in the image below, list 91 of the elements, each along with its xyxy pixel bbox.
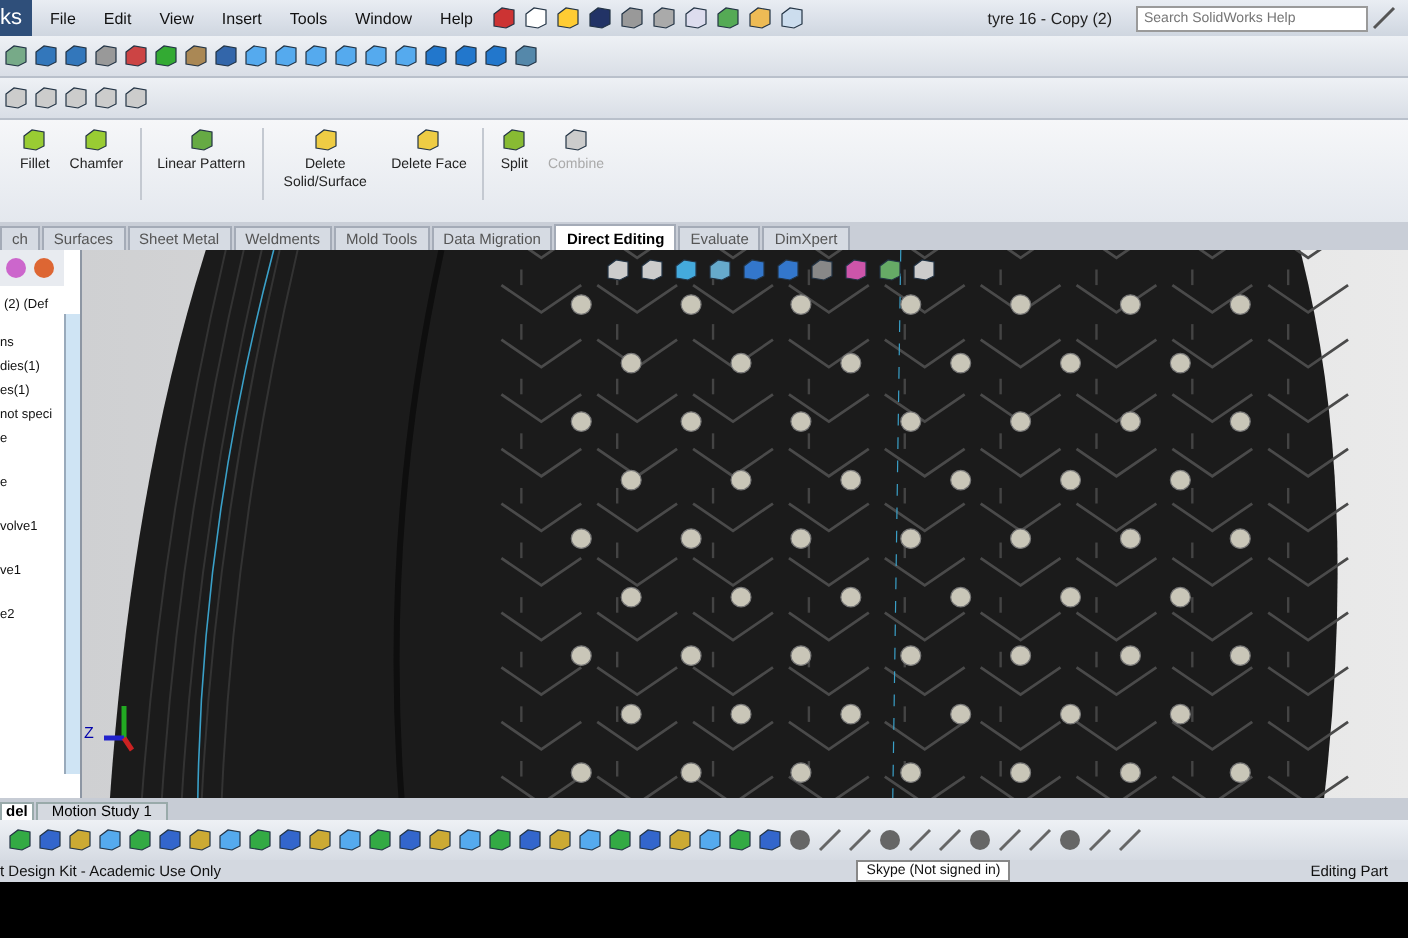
sketch-tool-icon[interactable] [908, 828, 932, 852]
document-title: tyre 16 - Copy (2) [987, 9, 1112, 27]
cube-icon[interactable] [514, 44, 538, 68]
sketch-tool-icon[interactable] [878, 828, 902, 852]
feature-icon[interactable] [8, 828, 32, 852]
feature-icon[interactable] [758, 828, 782, 852]
feature-icon[interactable] [488, 828, 512, 852]
cube-icon[interactable] [364, 44, 388, 68]
feature-icon[interactable] [38, 828, 62, 852]
feature-icon[interactable] [608, 828, 632, 852]
menu-item[interactable]: File [40, 9, 86, 27]
toolbar-icon[interactable] [34, 86, 58, 110]
cube-icon[interactable] [64, 44, 88, 68]
toolbar-icon[interactable] [651, 6, 675, 30]
toolbar-icon[interactable] [94, 86, 118, 110]
toolbar-icon[interactable] [779, 6, 803, 30]
feature-icon[interactable] [68, 828, 92, 852]
feature-icon[interactable] [668, 828, 692, 852]
cube-icon[interactable] [94, 44, 118, 68]
axis-label: Z [84, 724, 94, 742]
feature-icon[interactable] [398, 828, 422, 852]
toolbar-icon[interactable] [555, 6, 579, 30]
feature-icon[interactable] [518, 828, 542, 852]
cube-icon[interactable] [274, 44, 298, 68]
feature-icon[interactable] [338, 828, 362, 852]
sketch-tool-icon[interactable] [788, 828, 812, 852]
cube-icon[interactable] [244, 44, 268, 68]
feature-icon[interactable] [368, 828, 392, 852]
toolbar-icon[interactable] [491, 6, 515, 30]
feature-icon[interactable] [502, 128, 527, 152]
menu-item[interactable]: Window [345, 9, 423, 27]
cube-icon[interactable] [124, 44, 148, 68]
feature-icon[interactable] [578, 828, 602, 852]
axis-triad-icon [104, 706, 135, 752]
toolbar-icon[interactable] [747, 6, 771, 30]
toolbar-icon[interactable] [587, 6, 611, 30]
cube-icon[interactable] [214, 44, 238, 68]
menu-item[interactable]: Insert [211, 9, 272, 27]
cube-icon[interactable] [334, 44, 358, 68]
feature-icon[interactable] [189, 128, 214, 152]
menu-item[interactable]: Help [430, 9, 483, 27]
toolbar-icon[interactable] [619, 6, 643, 30]
toolbar-icon[interactable] [715, 6, 739, 30]
app-name: ks [0, 0, 32, 36]
feature-icon[interactable] [248, 828, 272, 852]
cube-icon[interactable] [424, 44, 448, 68]
sketch-tool-icon[interactable] [998, 828, 1022, 852]
menu-item[interactable]: Edit [93, 9, 142, 27]
toolbar-icon[interactable] [64, 86, 88, 110]
cube-icon[interactable] [34, 44, 58, 68]
feature-icon[interactable] [428, 828, 452, 852]
feature-icon[interactable] [728, 828, 752, 852]
feature-icon[interactable] [548, 828, 572, 852]
palette-icon[interactable] [32, 256, 56, 280]
menu-item[interactable]: View [149, 9, 204, 27]
feature-icon[interactable] [638, 828, 662, 852]
sketch-tool-icon[interactable] [1028, 828, 1052, 852]
sketch-tool-icon[interactable] [818, 828, 842, 852]
cube-icon[interactable] [4, 44, 28, 68]
sketch-tool-icon[interactable] [1088, 828, 1112, 852]
feature-icon[interactable] [22, 128, 47, 152]
feature-icon[interactable] [188, 828, 212, 852]
feature-icon[interactable] [278, 828, 302, 852]
scrollbar[interactable] [64, 314, 80, 774]
feature-icon[interactable] [84, 128, 109, 152]
feature-icon[interactable] [458, 828, 482, 852]
sketch-tool-icon[interactable] [968, 828, 992, 852]
menu-item[interactable]: Tools [279, 9, 338, 27]
feature-icon[interactable] [98, 828, 122, 852]
cube-icon[interactable] [304, 44, 328, 68]
cube-icon[interactable] [454, 44, 478, 68]
cube-icon[interactable] [184, 44, 208, 68]
cube-icon[interactable] [154, 44, 178, 68]
palette-icon[interactable] [4, 256, 28, 280]
feature-icon[interactable] [308, 828, 332, 852]
sketch-tool-icon[interactable] [1118, 828, 1142, 852]
feature-icon[interactable] [158, 828, 182, 852]
cube-icon[interactable] [484, 44, 508, 68]
feature-icon[interactable] [698, 828, 722, 852]
feature-icon[interactable] [416, 128, 441, 152]
sketch-tool-icon[interactable] [938, 828, 962, 852]
toolbar-icon[interactable] [4, 86, 28, 110]
toolbar-icon[interactable] [683, 6, 707, 30]
toolbar-icon[interactable] [124, 86, 148, 110]
cube-icon[interactable] [394, 44, 418, 68]
feature-icon[interactable] [128, 828, 152, 852]
feature-icon[interactable] [218, 828, 242, 852]
toolbar-icon[interactable] [523, 6, 547, 30]
sketch-tool-icon[interactable] [848, 828, 872, 852]
feature-icon[interactable] [313, 128, 338, 152]
sketch-tool-icon[interactable] [1058, 828, 1082, 852]
